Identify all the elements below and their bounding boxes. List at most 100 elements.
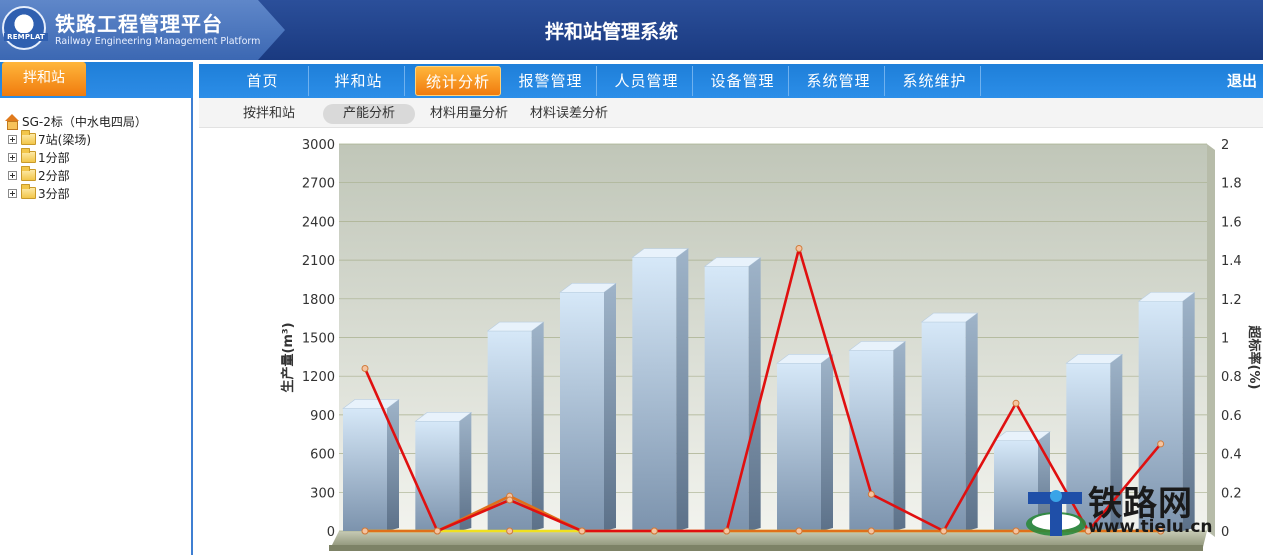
nav-system-management[interactable]: 系统管理 (793, 66, 885, 96)
line-point (1157, 440, 1165, 448)
bar-side (531, 322, 544, 531)
tree-node-label: 3分部 (38, 186, 70, 201)
bar (703, 257, 762, 531)
nav-system-maintenance[interactable]: 系统维护 (889, 66, 981, 96)
tree-node-branch1[interactable]: 1分部 (8, 148, 147, 166)
system-title: 拌和站管理系统 (545, 21, 679, 43)
y-tick-label: 600 (310, 448, 335, 463)
top-header: REMPLAT 铁路工程管理平台 Railway Engineering Man… (0, 0, 1263, 60)
bar-side (459, 412, 472, 531)
y-tick-label: 1800 (302, 293, 335, 308)
folder-icon (21, 184, 36, 199)
bar-side (965, 313, 978, 531)
platform-title: 铁路工程管理平台 (55, 12, 223, 36)
y-tick-label: 300 (310, 486, 335, 501)
bar-front (632, 257, 677, 531)
bar (848, 341, 907, 531)
y2-tick-label: 1 (1221, 332, 1229, 347)
main-nav: 首页 拌和站 统计分析 报警管理 人员管理 设备管理 系统管理 系统维护 退出 (199, 64, 1263, 98)
tree-root[interactable]: SG-2标（中水电四局） (4, 112, 147, 130)
home-icon (4, 114, 19, 130)
y2-axis-label: 超标率(%) (1246, 326, 1262, 390)
app-root: REMPLAT 铁路工程管理平台 Railway Engineering Man… (0, 0, 1263, 555)
bar-side (821, 354, 833, 531)
bar (414, 412, 473, 531)
bar-side (748, 257, 761, 531)
y2-tick-label: 1.2 (1221, 293, 1242, 308)
bar (920, 312, 979, 531)
expand-icon[interactable] (8, 134, 17, 144)
line-point (867, 527, 875, 535)
folder-icon (21, 166, 36, 181)
bar-side (604, 283, 616, 531)
bar (342, 399, 400, 531)
nav-alarm-management[interactable]: 报警管理 (505, 66, 597, 96)
expand-icon[interactable] (8, 170, 17, 180)
tree-node-label: 2分部 (38, 168, 70, 183)
y2-tick-label: 0.6 (1221, 409, 1242, 424)
platform-subtitle: Railway Engineering Management Platform (55, 36, 261, 47)
tree-node-branch3[interactable]: 3分部 (8, 184, 147, 202)
sub-nav: 按拌和站 产能分析 材料用量分析 材料误差分析 (199, 98, 1263, 128)
brand-banner: REMPLAT 铁路工程管理平台 Railway Engineering Man… (0, 0, 285, 60)
subtab-material-error[interactable]: 材料误差分析 (529, 104, 609, 124)
y-tick-label: 1500 (302, 332, 335, 347)
bar-front (777, 363, 821, 531)
bar (559, 283, 617, 531)
y-tick-label: 2700 (302, 177, 335, 192)
bar-front (921, 322, 966, 531)
line-point (795, 244, 803, 252)
y-axis-label: 生产量(m³) (280, 322, 296, 392)
watermark-logo-icon (1026, 490, 1086, 536)
line-point (506, 527, 514, 535)
bar-front (415, 421, 460, 531)
line-point (1012, 399, 1020, 407)
line-point (867, 490, 875, 498)
y2-tick-label: 0.4 (1221, 448, 1242, 463)
line-point (940, 527, 948, 535)
nav-mixing-station[interactable]: 拌和站 (313, 66, 405, 96)
watermark: 铁路网 www.tielu.cn (1020, 470, 1263, 555)
logo-text: REMPLAT (4, 33, 48, 41)
y2-tick-label: 0.8 (1221, 370, 1242, 385)
bar (631, 248, 690, 531)
nav-staff-management[interactable]: 人员管理 (601, 66, 693, 96)
y2-tick-label: 1.8 (1221, 177, 1242, 192)
folder-icon (21, 148, 36, 163)
y-tick-label: 2400 (302, 215, 335, 230)
line-point (795, 527, 803, 535)
y-tick-label: 0 (327, 525, 335, 540)
tree-node-branch2[interactable]: 2分部 (8, 166, 147, 184)
nav-home[interactable]: 首页 (217, 66, 309, 96)
bar-side (676, 248, 689, 531)
nav-statistics[interactable]: 统计分析 (415, 66, 501, 96)
nav-device-management[interactable]: 设备管理 (697, 66, 789, 96)
y2-tick-label: 1.6 (1221, 215, 1242, 230)
watermark-url: www.tielu.cn (1088, 517, 1213, 537)
line-point (723, 527, 731, 535)
line-point (506, 496, 514, 504)
bar-front (560, 292, 604, 531)
left-panel: 拌和站 SG-2标（中水电四局） 7站(梁场) 1分部 2分部 3分部 (0, 62, 193, 555)
left-tabbar: 拌和站 (0, 62, 193, 98)
line-point (578, 527, 586, 535)
y2-tick-label: 1.4 (1221, 254, 1242, 269)
platform-logo: REMPLAT (2, 6, 48, 50)
tree-node-station7[interactable]: 7站(梁场) (8, 130, 147, 148)
logout-button[interactable]: 退出 (1227, 66, 1257, 96)
y2-tick-label: 2 (1221, 138, 1229, 153)
y-tick-label: 900 (310, 409, 335, 424)
line-point (650, 527, 658, 535)
line-point (361, 527, 369, 535)
subtab-capacity-analysis[interactable]: 产能分析 (323, 104, 415, 124)
left-tab-mixing-station[interactable]: 拌和站 (2, 62, 86, 96)
station-tree: SG-2标（中水电四局） 7站(梁场) 1分部 2分部 3分部 (4, 112, 147, 202)
line-point (361, 364, 369, 372)
expand-icon[interactable] (8, 152, 17, 162)
tree-root-label: SG-2标（中水电四局） (22, 114, 147, 129)
line-point (433, 527, 441, 535)
subtab-by-station[interactable]: 按拌和站 (237, 104, 301, 124)
subtab-material-usage[interactable]: 材料用量分析 (429, 104, 509, 124)
tree-node-label: 1分部 (38, 150, 70, 165)
expand-icon[interactable] (8, 188, 17, 198)
